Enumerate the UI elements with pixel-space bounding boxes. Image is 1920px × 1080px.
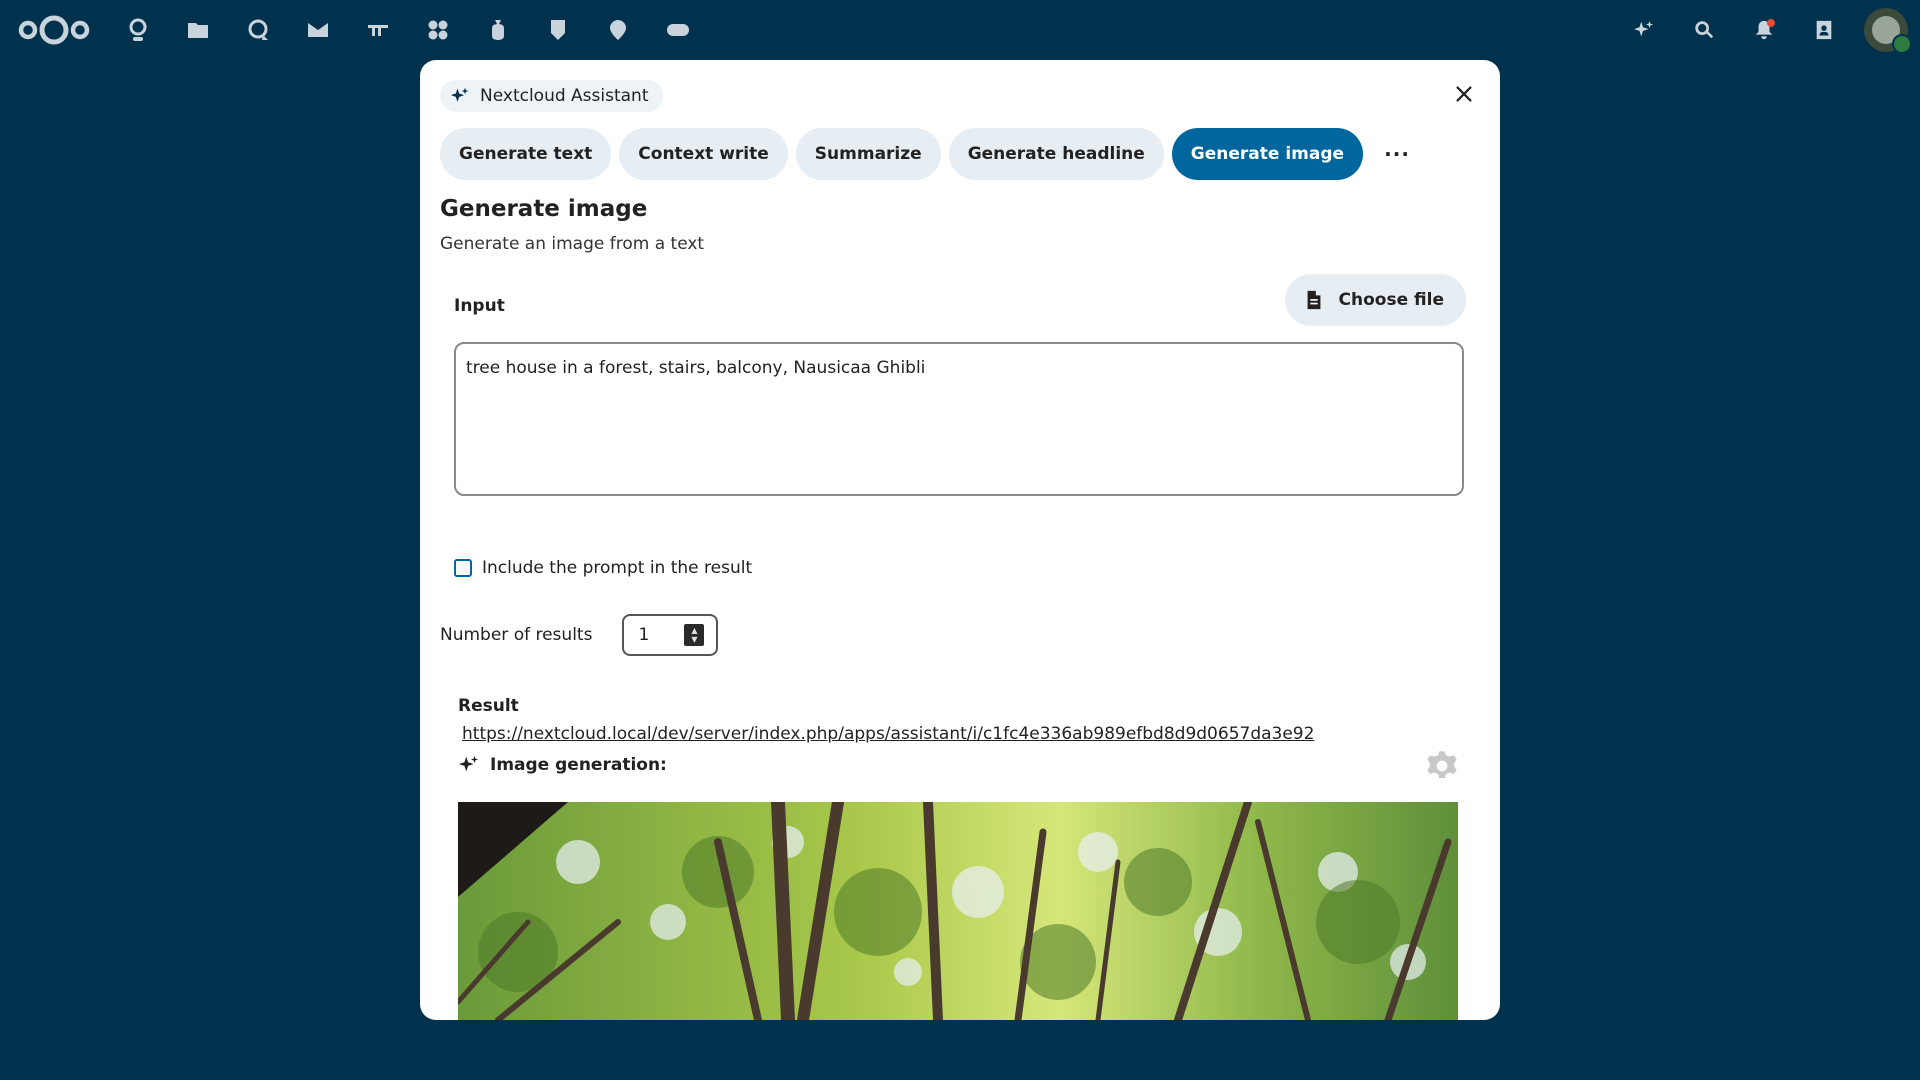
spinner-down-icon[interactable]: ▼	[691, 635, 697, 644]
number-of-results-input[interactable]: 1 ▲ ▼	[622, 614, 719, 656]
number-of-results-row: Number of results 1 ▲ ▼	[440, 614, 719, 656]
number-of-results-value: 1	[638, 625, 650, 645]
tab-summarize[interactable]: Summarize	[795, 128, 941, 180]
contacts-icon[interactable]	[1804, 8, 1844, 52]
task-description: Generate an image from a text	[440, 234, 705, 254]
tab-generate-headline[interactable]: Generate headline	[948, 128, 1164, 180]
nextcloud-logo[interactable]	[16, 10, 92, 50]
input-label: Input	[454, 296, 505, 316]
assistant-app-name: Nextcloud Assistant	[480, 86, 649, 106]
image-generation-label: Image generation:	[490, 755, 667, 775]
files-icon[interactable]	[180, 12, 216, 48]
prompt-input[interactable]: tree house in a forest, stairs, balcony,…	[454, 342, 1464, 496]
more-tasks-button[interactable]: ···	[1371, 128, 1423, 180]
user-avatar[interactable]	[1864, 8, 1912, 54]
tab-generate-image[interactable]: Generate image	[1171, 128, 1364, 180]
close-button[interactable]	[1446, 76, 1482, 112]
money-icon[interactable]	[480, 12, 516, 48]
close-icon	[1456, 86, 1472, 102]
talk-icon[interactable]	[240, 12, 276, 48]
result-label: Result	[458, 696, 519, 716]
choose-file-label: Choose file	[1338, 290, 1444, 310]
mail-icon[interactable]	[300, 12, 336, 48]
maps-icon[interactable]	[540, 12, 576, 48]
apps-icon[interactable]	[420, 12, 456, 48]
notifications-icon[interactable]	[1744, 8, 1784, 52]
task-type-tabs: Generate text Context write Summarize Ge…	[440, 128, 1423, 180]
deck-icon[interactable]	[360, 12, 396, 48]
include-prompt-option[interactable]: Include the prompt in the result	[454, 558, 752, 578]
assistant-app-badge: Nextcloud Assistant	[440, 80, 663, 112]
online-status-indicator	[1892, 34, 1912, 54]
ocs-icon[interactable]	[660, 12, 696, 48]
spinner-up-icon[interactable]: ▲	[691, 626, 697, 635]
result-link[interactable]: https://nextcloud.local/dev/server/index…	[462, 724, 1314, 744]
sparkle-icon	[450, 87, 469, 102]
task-title: Generate image	[440, 196, 648, 222]
include-prompt-checkbox[interactable]	[454, 559, 472, 577]
choose-file-button[interactable]: Choose file	[1284, 274, 1466, 326]
image-generation-header: Image generation:	[458, 754, 667, 776]
dashboard-icon[interactable]	[120, 12, 156, 48]
generated-image[interactable]	[458, 802, 1458, 1020]
number-of-results-label: Number of results	[440, 625, 593, 645]
file-icon	[1307, 290, 1320, 310]
number-spinner[interactable]: ▲ ▼	[684, 624, 705, 646]
tab-context-write[interactable]: Context write	[619, 128, 788, 180]
assistant-modal: Nextcloud Assistant Generate text Contex…	[420, 60, 1500, 1020]
assistant-icon[interactable]	[1624, 8, 1664, 52]
include-prompt-label: Include the prompt in the result	[482, 558, 753, 578]
settings-gear-icon[interactable]	[1426, 750, 1458, 782]
search-icon[interactable]	[1684, 8, 1724, 52]
location-icon[interactable]	[600, 12, 636, 48]
top-bar	[0, 0, 1920, 60]
tab-generate-text[interactable]: Generate text	[440, 128, 612, 180]
notification-badge	[1767, 19, 1775, 27]
sparkle-icon	[458, 755, 479, 772]
